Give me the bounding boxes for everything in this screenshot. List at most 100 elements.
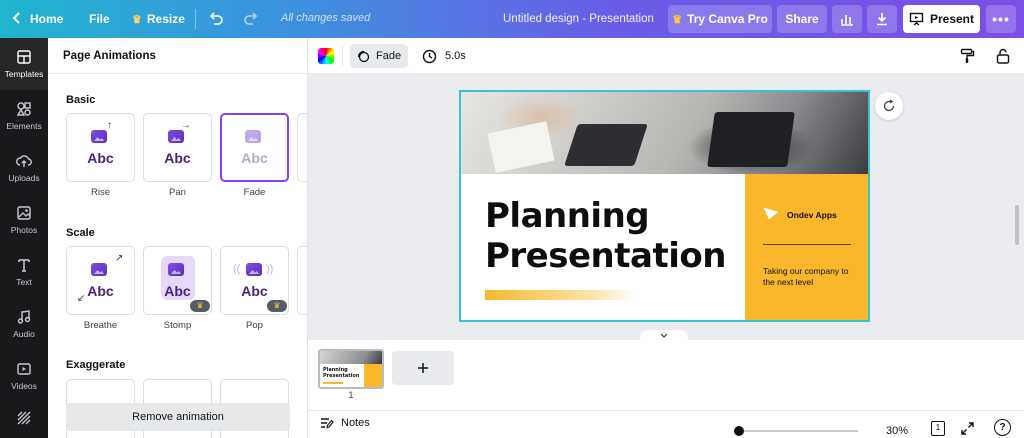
photo-laptop	[564, 124, 648, 166]
animation-card-partial[interactable]	[297, 113, 307, 182]
abc-preview: Abc	[87, 283, 114, 299]
try-pro-label: Try Canva Pro	[687, 12, 768, 26]
rail-item-more[interactable]	[0, 402, 48, 438]
rail-label: Elements	[6, 121, 42, 131]
rail-item-photos[interactable]: Photos	[0, 194, 48, 246]
arrow-right-icon: →	[181, 120, 191, 131]
page-thumbnail[interactable]: Planning Presentation	[318, 349, 384, 389]
bar-chart-icon	[841, 15, 853, 26]
thumb-photo	[320, 351, 382, 364]
share-label: Share	[785, 12, 819, 26]
add-page-button[interactable]	[392, 351, 454, 385]
abc-preview: Abc	[164, 150, 191, 166]
expand-icon	[960, 421, 974, 435]
undo-button[interactable]	[208, 0, 224, 38]
left-rail: Templates Elements Uploads Photos Text A…	[0, 38, 48, 438]
animation-card-rise[interactable]: ↑ Abc	[66, 113, 135, 182]
present-button[interactable]: Present	[903, 5, 980, 33]
page-count: 1	[935, 422, 941, 432]
rail-item-elements[interactable]: Elements	[0, 90, 48, 142]
slide-orange-panel[interactable]: Ondev Apps Taking our company to the nex…	[745, 174, 868, 320]
top-bar: Home File ♛ Resize All changes saved Unt…	[0, 0, 1024, 38]
slide-accent-bar[interactable]	[485, 290, 635, 300]
abc-preview: Abc	[164, 283, 191, 299]
animation-icon	[357, 50, 370, 63]
image-icon	[91, 130, 107, 143]
home-label: Home	[30, 12, 64, 26]
zoom-level[interactable]: 30%	[886, 425, 908, 437]
rail-item-text[interactable]: Text	[0, 246, 48, 298]
arrow-up-icon: ↑	[107, 120, 112, 131]
download-button[interactable]	[867, 5, 897, 33]
abc-preview: Abc	[241, 150, 268, 166]
rail-label: Uploads	[8, 173, 40, 183]
brand-name: Ondev Apps	[787, 210, 837, 220]
help-button[interactable]: ?	[994, 419, 1011, 436]
animation-card-pan[interactable]: → Abc	[143, 113, 212, 182]
more-dots-icon: •••	[992, 11, 1010, 27]
copy-style-button[interactable]	[958, 47, 976, 65]
rail-item-uploads[interactable]: Uploads	[0, 142, 48, 194]
abc-preview: Abc	[87, 150, 114, 166]
rail-label: Photos	[10, 225, 38, 235]
section-label-exaggerate: Exaggerate	[66, 359, 126, 371]
insights-button[interactable]	[832, 5, 862, 33]
redo-button[interactable]	[243, 0, 259, 38]
animation-card-stomp[interactable]: Abc ♛	[143, 246, 212, 315]
undo-icon	[209, 12, 223, 25]
color-picker-button[interactable]	[318, 48, 334, 64]
home-button[interactable]: Home	[12, 0, 63, 38]
document-title[interactable]: Untitled design - Presentation	[503, 13, 654, 25]
pattern-icon	[17, 411, 31, 425]
animation-card-breathe[interactable]: ↗ ↙ Abc	[66, 246, 135, 315]
animate-button[interactable]: Fade	[350, 44, 408, 68]
page-count-button[interactable]: 1	[930, 420, 946, 436]
lock-button[interactable]	[994, 47, 1012, 65]
rail-label: Audio	[13, 329, 35, 339]
rail-item-audio[interactable]: Audio	[0, 298, 48, 350]
animation-card-pop[interactable]: (( )) Abc ♛	[220, 246, 289, 315]
notes-icon	[321, 418, 334, 429]
crown-icon: ♛	[672, 13, 683, 26]
timing-button[interactable]: 5.0s	[422, 44, 466, 68]
editor-toolbar: Fade 5.0s	[308, 38, 1024, 74]
zoom-slider-track[interactable]	[738, 430, 858, 432]
slide-title-line: Planning	[485, 196, 650, 236]
canvas-scrollbar[interactable]	[1015, 205, 1019, 245]
paint-roller-icon	[960, 48, 974, 63]
duration-label: 5.0s	[445, 50, 466, 62]
pop-waves-right-icon: ))	[266, 263, 274, 275]
rail-item-videos[interactable]: Videos	[0, 350, 48, 402]
refresh-slide-button[interactable]	[875, 92, 903, 120]
file-menu-button[interactable]: File	[89, 0, 110, 38]
more-options-button[interactable]: •••	[986, 5, 1016, 33]
fullscreen-button[interactable]	[959, 420, 975, 436]
slide-tagline: Taking our company to the next level	[763, 266, 849, 287]
elements-icon	[16, 102, 31, 116]
redo-icon	[244, 12, 258, 25]
slide-title[interactable]: Planning Presentation	[485, 196, 726, 276]
toolbar-divider	[195, 9, 196, 29]
resize-button[interactable]: ♛ Resize	[132, 0, 185, 38]
animate-label: Fade	[376, 50, 402, 62]
templates-icon	[17, 50, 31, 64]
animation-label: Pop	[246, 320, 263, 331]
animation-card-partial[interactable]	[297, 246, 307, 315]
chevron-down-icon	[660, 333, 668, 338]
photo-paper	[487, 121, 555, 173]
share-button[interactable]: Share	[777, 5, 827, 33]
image-icon	[168, 263, 184, 276]
remove-animation-button[interactable]: Remove animation	[66, 403, 290, 431]
slide-photo[interactable]	[461, 92, 868, 174]
animation-panel: Page Animations Basic ↑ Abc Rise → Abc P…	[48, 38, 308, 438]
zoom-slider-handle[interactable]	[734, 426, 744, 436]
image-icon	[246, 263, 262, 276]
notes-button[interactable]: Notes	[320, 417, 370, 429]
animation-label: Fade	[243, 187, 266, 198]
collapse-pages-button[interactable]	[640, 330, 688, 340]
pages-strip: Planning Presentation 1	[308, 340, 1024, 410]
try-pro-button[interactable]: ♛ Try Canva Pro	[668, 5, 772, 33]
rail-item-templates[interactable]: Templates	[0, 38, 48, 90]
animation-card-fade[interactable]: Abc	[220, 113, 289, 182]
slide-canvas[interactable]: Planning Presentation Ondev Apps Taking …	[459, 90, 870, 322]
